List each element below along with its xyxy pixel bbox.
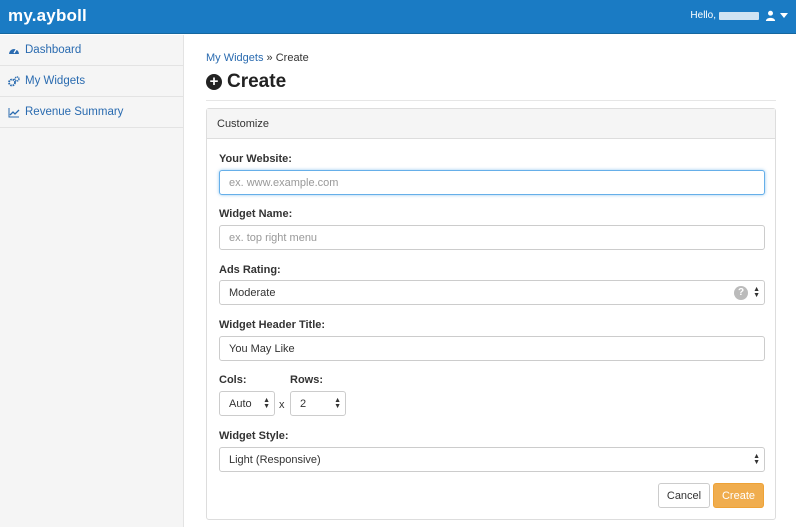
plus-circle-icon: + xyxy=(206,74,222,90)
breadcrumb-current: Create xyxy=(275,52,309,64)
ads-rating-value: Moderate xyxy=(229,286,276,299)
rows-select[interactable]: 2 ▲ ▼ xyxy=(290,391,346,416)
sidebar-item-dashboard[interactable]: Dashboard xyxy=(0,35,183,66)
widget-name-input[interactable] xyxy=(219,225,765,250)
ads-rating-label: Ads Rating: xyxy=(219,264,281,276)
header-title-label: Widget Header Title: xyxy=(219,319,326,331)
redacted-username xyxy=(719,11,759,20)
ads-rating-select[interactable]: Moderate ? ▲ ▼ xyxy=(219,280,765,305)
sidebar-item-my-widgets[interactable]: My Widgets xyxy=(0,66,183,97)
select-arrows-icon: ▲ ▼ xyxy=(263,397,270,410)
title-divider xyxy=(206,100,776,101)
select-arrows-icon: ▲ ▼ xyxy=(753,286,760,299)
rows-value: 2 xyxy=(300,397,307,410)
top-navbar: my.ayboll Hello, xyxy=(0,0,796,34)
select-arrows-icon: ▲ ▼ xyxy=(334,397,341,410)
sidebar-item-label: Dashboard xyxy=(25,44,82,56)
widget-name-label: Widget Name: xyxy=(219,208,293,220)
create-button[interactable]: Create xyxy=(713,483,764,508)
website-input[interactable] xyxy=(219,170,765,195)
breadcrumb-separator: » xyxy=(266,52,273,64)
rows-label: Rows: xyxy=(290,374,323,386)
widget-style-label: Widget Style: xyxy=(219,430,289,442)
header-title-input[interactable] xyxy=(219,336,765,361)
breadcrumb-link-my-widgets[interactable]: My Widgets xyxy=(206,52,263,64)
page-title-text: Create xyxy=(227,71,287,92)
widget-style-select[interactable]: Light (Responsive) ▲ ▼ xyxy=(219,447,765,472)
sidebar-item-label: Revenue Summary xyxy=(25,106,124,118)
line-chart-icon xyxy=(8,107,20,117)
cols-select[interactable]: Auto ▲ ▼ xyxy=(219,391,275,416)
page-title: + Create xyxy=(206,71,286,93)
user-menu[interactable]: Hello, xyxy=(690,10,788,21)
widget-style-value: Light (Responsive) xyxy=(229,453,321,466)
cancel-button[interactable]: Cancel xyxy=(658,483,710,508)
sidebar-item-revenue-summary[interactable]: Revenue Summary xyxy=(0,97,183,128)
customize-panel: Customize Your Website: Widget Name: Ads… xyxy=(206,108,776,520)
brand-logo[interactable]: my.ayboll xyxy=(8,6,87,26)
panel-heading: Customize xyxy=(207,109,775,139)
website-label: Your Website: xyxy=(219,153,292,165)
help-icon[interactable]: ? xyxy=(734,286,748,300)
sidebar-item-label: My Widgets xyxy=(25,75,86,87)
sidebar: Dashboard My Widgets Revenue Summary xyxy=(0,35,184,527)
cols-value: Auto xyxy=(229,397,252,410)
select-arrows-icon: ▲ ▼ xyxy=(753,453,760,466)
greeting-text: Hello, xyxy=(690,10,716,21)
dashboard-icon xyxy=(9,48,19,54)
breadcrumb: My Widgets » Create xyxy=(206,52,309,64)
cols-label: Cols: xyxy=(219,374,247,386)
cogs-icon xyxy=(8,75,20,86)
chevron-down-icon[interactable] xyxy=(780,13,788,18)
times-separator: x xyxy=(279,399,285,411)
user-icon xyxy=(765,10,776,21)
